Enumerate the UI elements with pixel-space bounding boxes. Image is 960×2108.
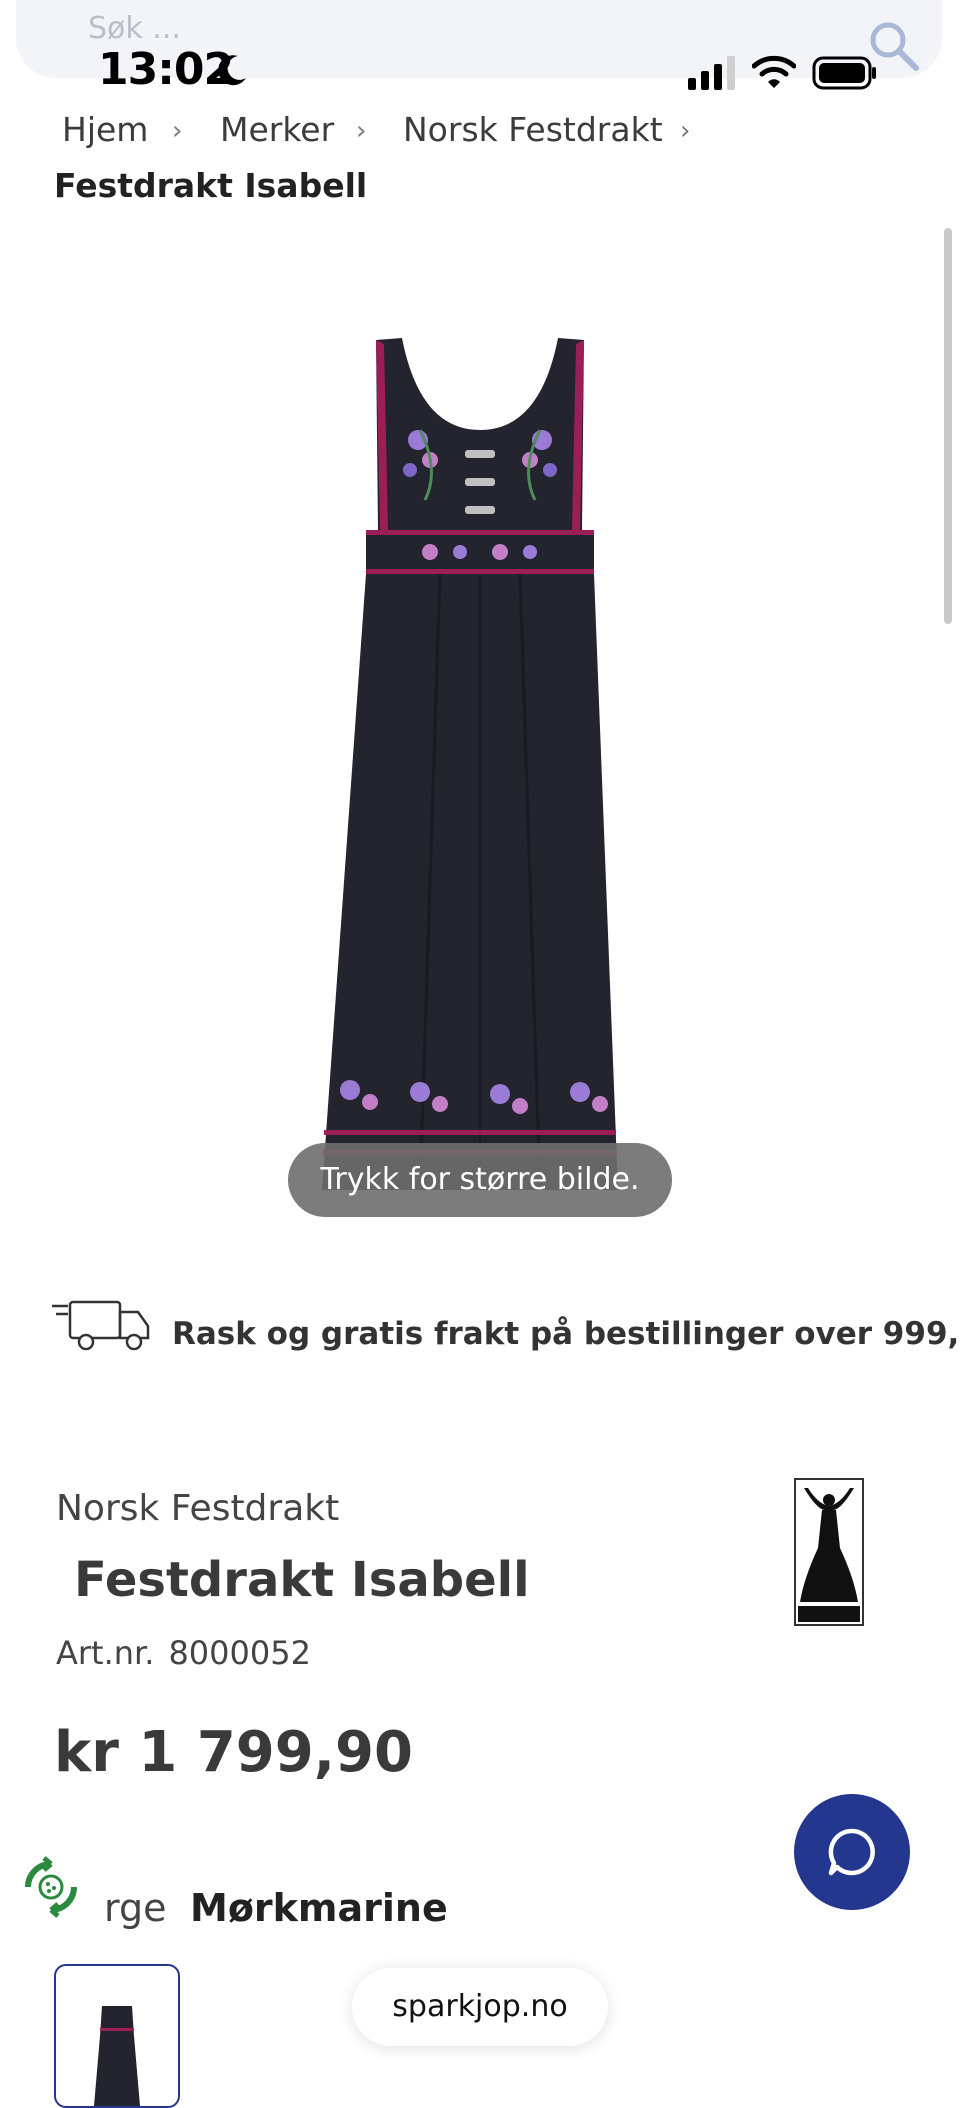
truck-icon	[52, 1300, 150, 1351]
scrollbar[interactable]	[944, 228, 952, 624]
recycle-icon[interactable]	[16, 1852, 86, 1922]
shipping-info: Rask og gratis frakt på bestillinger ove…	[172, 1316, 960, 1352]
article-number-label: Art.nr.	[56, 1634, 155, 1672]
product-price: kr 1 799,90	[54, 1720, 413, 1785]
color-thumbnail[interactable]	[54, 1964, 180, 2108]
color-value: Mørkmarine	[190, 1886, 448, 1930]
product-image[interactable]	[300, 330, 660, 1210]
breadcrumb-home[interactable]: Hjem	[62, 110, 148, 149]
dress-thumbnail-image	[94, 2006, 140, 2106]
product-brand[interactable]: Norsk Festdrakt	[56, 1488, 339, 1529]
signal-icon	[688, 56, 735, 90]
article-number: Art.nr. 8000052	[56, 1634, 311, 1672]
breadcrumb-norsk-festdrakt[interactable]: Norsk Festdrakt	[403, 110, 663, 149]
breadcrumb-current: Festdrakt Isabell	[54, 166, 368, 205]
image-zoom-hint[interactable]: Trykk for større bilde.	[288, 1143, 672, 1217]
chevron-right-icon: ›	[356, 116, 367, 146]
color-label: rge	[104, 1886, 167, 1930]
chevron-right-icon: ›	[680, 116, 691, 146]
chevron-right-icon: ›	[172, 116, 183, 146]
breadcrumb-brands[interactable]: Merker	[220, 110, 334, 149]
chat-button[interactable]	[794, 1794, 910, 1910]
product-title: Festdrakt Isabell	[74, 1552, 530, 1608]
site-domain-pill: sparkjop.no	[352, 1968, 608, 2046]
battery-icon	[812, 56, 876, 90]
moon-icon	[218, 55, 246, 86]
search-input[interactable]	[86, 10, 490, 47]
chat-bubble-icon	[828, 1828, 875, 1876]
wifi-icon	[752, 55, 796, 88]
article-number-value: 8000052	[168, 1634, 311, 1672]
brand-logo[interactable]	[794, 1478, 864, 1626]
